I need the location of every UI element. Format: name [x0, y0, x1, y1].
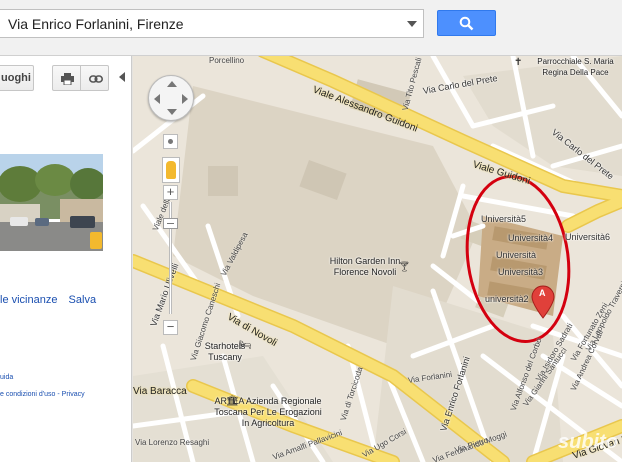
print-button[interactable] [52, 65, 81, 91]
zoom-out-button[interactable]: − [163, 320, 178, 335]
link-button[interactable] [80, 65, 109, 91]
pan-control[interactable] [148, 75, 194, 121]
street-label: Via Baracca [133, 386, 187, 397]
hotel-icon: 🛏︎ [239, 340, 252, 351]
church-icon: ✝ [514, 57, 523, 68]
street-label: Via Lorenzo Resaghi [135, 438, 210, 447]
pan-left-icon[interactable] [154, 94, 160, 104]
panel-links: le vicinanze Salva [0, 294, 104, 306]
pan-down-icon[interactable] [167, 109, 177, 115]
print-icon [61, 73, 74, 85]
pan-right-icon[interactable] [182, 94, 188, 104]
pegman-icon[interactable] [90, 232, 102, 249]
street-view-pegman[interactable] [162, 157, 180, 183]
search-input-value: Via Enrico Forlanini, Firenze [8, 16, 184, 32]
government-building-icon: 🏛︎ [226, 396, 239, 407]
church-label: Parrocchiale S. Maria Regina Della Pace [537, 57, 614, 77]
location-dot-icon [168, 139, 173, 144]
poi-label: Porcellino [209, 56, 245, 65]
building-label: università2 [485, 294, 529, 304]
map-canvas[interactable]: Viale Alessandro Guidoni Viale Guidoni V… [133, 56, 622, 462]
marker-label[interactable]: A [539, 288, 546, 298]
terms-privacy-link[interactable]: e condizioni d'uso - Privacy [0, 391, 85, 398]
building-label: Università3 [498, 267, 544, 277]
search-bar: Via Enrico Forlanini, Firenze [0, 0, 622, 56]
collapse-panel-icon[interactable] [119, 72, 125, 82]
building-label: Università4 [508, 233, 554, 243]
search-button[interactable] [437, 10, 496, 36]
link-icon [89, 75, 103, 83]
hotel-label: Hilton Garden Inn Florence Novoli [329, 256, 401, 277]
building-label: Università6 [565, 232, 611, 242]
pan-up-icon[interactable] [167, 81, 177, 87]
save-link[interactable]: Salva [69, 294, 97, 306]
zoom-slider-handle[interactable] [163, 218, 178, 229]
street-view-thumbnail[interactable] [0, 154, 103, 251]
search-icon [459, 16, 474, 31]
bar-icon: 🍸︎ [398, 262, 411, 273]
search-input[interactable]: Via Enrico Forlanini, Firenze [0, 9, 424, 38]
nearby-link[interactable]: le vicinanze [0, 294, 57, 306]
places-button[interactable]: uoghi [0, 65, 34, 91]
building-label: Università5 [481, 214, 527, 224]
watermark: subito [558, 431, 618, 453]
pegman-icon [166, 161, 176, 179]
left-panel: uoghi le vicinanze Salva uida e condizio… [0, 56, 132, 462]
grip-icon [167, 223, 174, 224]
guide-link[interactable]: uida [0, 374, 13, 381]
building-label: Università [496, 250, 537, 260]
my-location-button[interactable] [163, 134, 178, 149]
zoom-in-button[interactable]: + [163, 185, 178, 200]
chevron-down-icon[interactable] [407, 21, 417, 27]
